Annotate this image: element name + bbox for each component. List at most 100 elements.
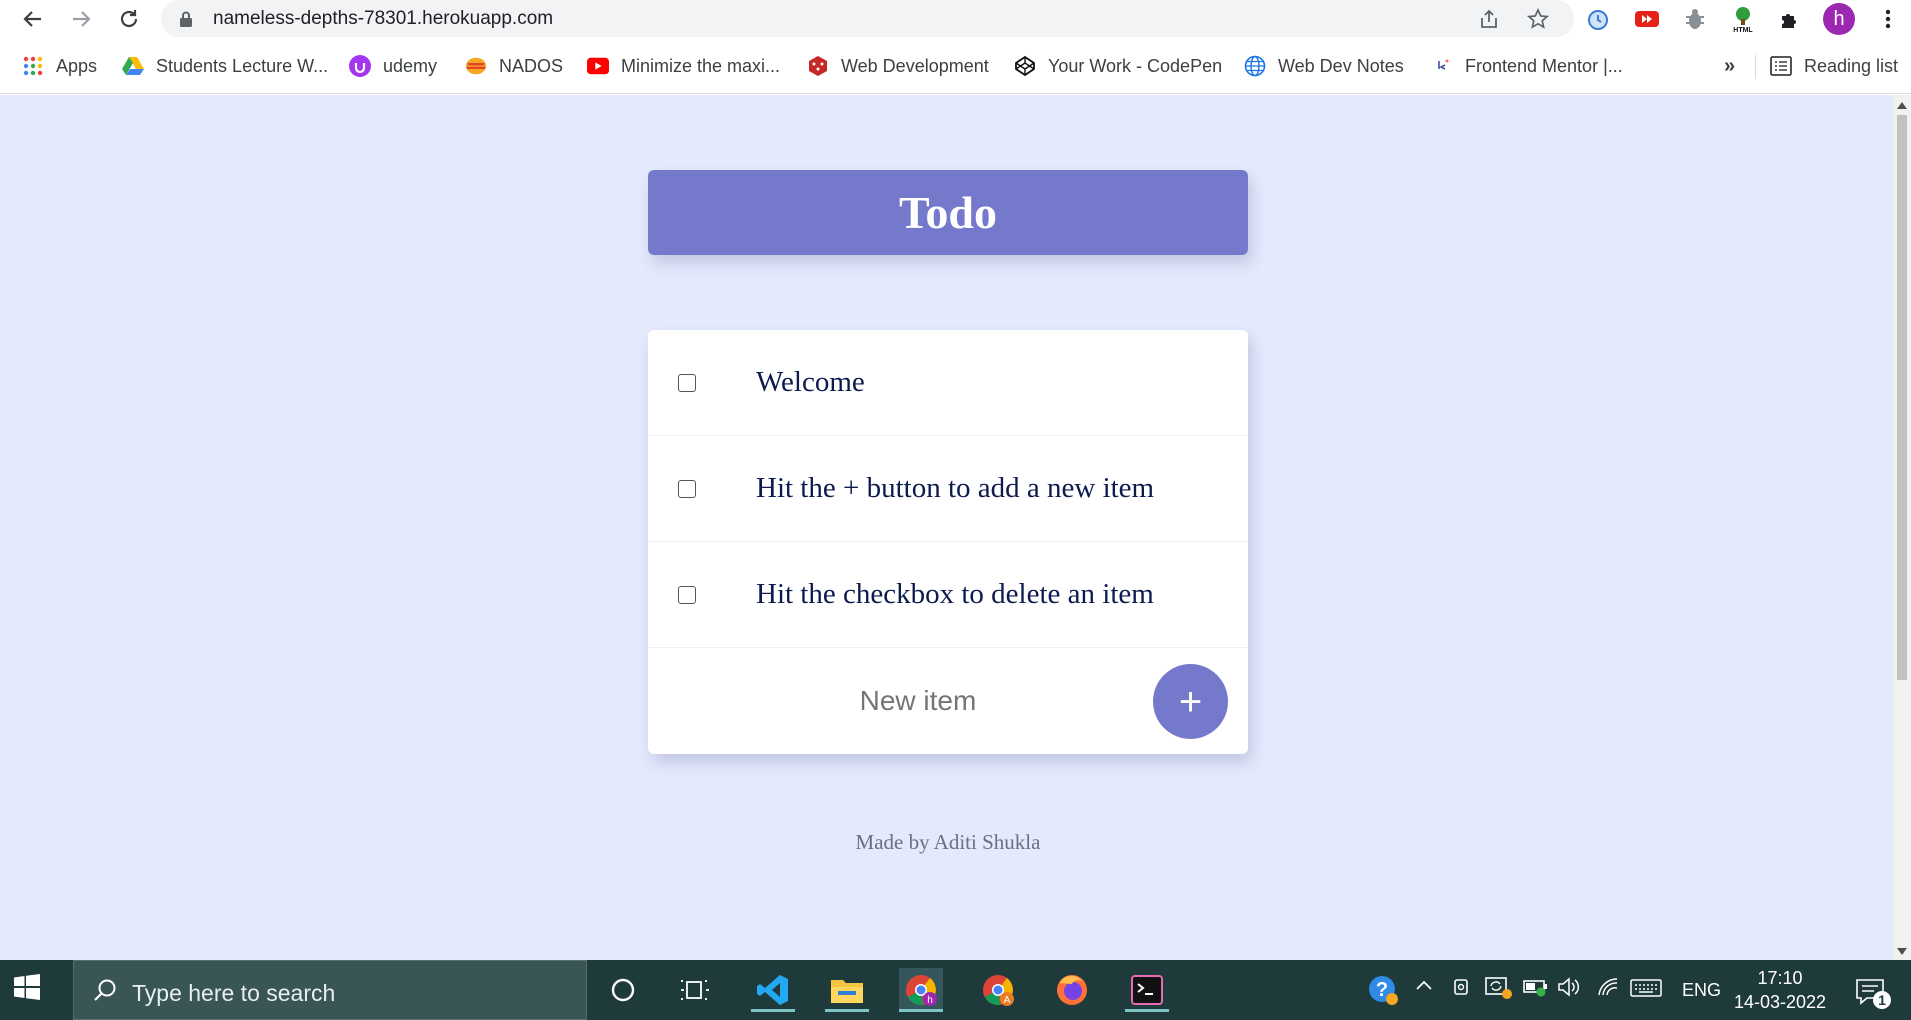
extension-clock-button[interactable] xyxy=(1583,4,1613,34)
bookmark-label: udemy xyxy=(383,55,438,76)
meet-now-tray[interactable] xyxy=(1451,977,1473,1002)
profile-avatar[interactable]: h xyxy=(1823,3,1855,35)
sync-tray[interactable] xyxy=(1485,976,1513,1005)
todo-item-text: Welcome xyxy=(756,366,865,398)
back-button[interactable] xyxy=(18,4,48,34)
reading-list-button[interactable]: Reading list xyxy=(1770,52,1898,80)
share-button[interactable] xyxy=(1476,6,1502,32)
show-hidden-icons-button[interactable] xyxy=(1414,976,1434,1001)
reading-list-label: Reading list xyxy=(1804,55,1899,76)
bookmark-label: Minimize the maxi... xyxy=(621,55,781,76)
volume-tray[interactable] xyxy=(1557,977,1581,1002)
notification-count-badge: 1 xyxy=(1878,992,1886,1008)
todo-card: Welcome Hit the + button to add a new it… xyxy=(648,330,1248,754)
battery-tray[interactable] xyxy=(1523,977,1549,1002)
bookmark-students-lecture[interactable]: Students Lecture W... xyxy=(122,52,328,80)
title-box: Todo xyxy=(648,170,1248,255)
scroll-thumb[interactable] xyxy=(1897,115,1907,680)
help-tray-button[interactable]: ? xyxy=(1361,968,1405,1012)
todo-checkbox[interactable] xyxy=(678,373,696,392)
reading-list-icon xyxy=(1770,55,1792,77)
new-item-row: + xyxy=(648,648,1248,754)
bookmark-label: Web Development xyxy=(841,55,989,76)
bookmark-web-dev-notes[interactable]: Web Dev Notes xyxy=(1244,52,1404,80)
taskbar-file-explorer[interactable] xyxy=(825,968,869,1012)
udemy-icon xyxy=(349,55,371,77)
extension-bug-button[interactable] xyxy=(1680,4,1710,34)
terminal-icon xyxy=(1131,975,1163,1005)
touch-keyboard-tray[interactable] xyxy=(1630,978,1662,1003)
html-tree-icon: HTML xyxy=(1733,7,1753,33)
browser-menu-button[interactable] xyxy=(1873,4,1903,34)
taskbar-search-box[interactable]: Type here to search xyxy=(73,960,587,1020)
nados-icon xyxy=(465,55,487,77)
windows-taskbar: Type here to search h A ? ENG 17:10 14-0… xyxy=(0,960,1911,1020)
taskbar-clock[interactable]: 17:10 14-03-2022 xyxy=(1730,966,1830,1014)
todo-checkbox[interactable] xyxy=(678,585,696,604)
bookmark-nados[interactable]: NADOS xyxy=(465,52,563,80)
svg-text:A: A xyxy=(1004,995,1011,1006)
taskbar-terminal[interactable] xyxy=(1125,968,1169,1012)
bookmark-label: Your Work - CodePen xyxy=(1048,55,1223,76)
chevron-up-icon xyxy=(1416,980,1432,990)
bookmark-frontend-mentor[interactable]: Frontend Mentor |... xyxy=(1431,52,1623,80)
taskbar-chrome-profile-h[interactable]: h xyxy=(899,968,943,1012)
taskbar-active-indicator xyxy=(751,1009,795,1012)
notification-icon xyxy=(1856,979,1891,1009)
page-scrollbar[interactable] xyxy=(1893,95,1911,960)
dice-icon xyxy=(807,55,829,77)
language-indicator[interactable]: ENG xyxy=(1682,980,1721,1001)
back-arrow-icon xyxy=(23,11,41,27)
wifi-icon xyxy=(1598,978,1618,996)
extension-html-tree-button[interactable]: HTML xyxy=(1728,4,1758,34)
bookmark-udemy[interactable]: udemy xyxy=(349,52,437,80)
browser-toolbar: nameless-depths-78301.herokuapp.com HTML… xyxy=(0,0,1911,37)
notification-center-button[interactable]: 1 xyxy=(1855,976,1895,1015)
vscode-icon xyxy=(757,975,788,1005)
extension-youtube-button[interactable] xyxy=(1632,4,1662,34)
bookmark-apps[interactable]: Apps xyxy=(22,52,97,80)
bookmark-web-development[interactable]: Web Development xyxy=(807,52,989,80)
address-bar[interactable]: nameless-depths-78301.herokuapp.com xyxy=(161,0,1574,37)
forward-button[interactable] xyxy=(66,4,96,34)
globe-icon xyxy=(1244,55,1266,77)
bookmark-star-button[interactable] xyxy=(1525,6,1551,32)
camera-icon xyxy=(1454,979,1468,995)
scroll-up-arrow-icon[interactable] xyxy=(1897,102,1907,109)
bookmark-codepen[interactable]: Your Work - CodePen xyxy=(1014,52,1222,80)
todo-item: Welcome xyxy=(648,330,1248,436)
taskbar-firefox[interactable] xyxy=(1050,968,1094,1012)
vertical-dots-icon xyxy=(1885,9,1891,29)
folder-icon xyxy=(831,980,863,1003)
extensions-button[interactable] xyxy=(1775,4,1805,34)
start-button[interactable] xyxy=(14,974,46,1006)
taskbar-search-placeholder: Type here to search xyxy=(132,980,336,1006)
todo-item-text: Hit the + button to add a new item xyxy=(756,472,1155,504)
youtube-icon xyxy=(587,55,609,77)
taskbar-active-indicator xyxy=(899,1009,943,1012)
footer-credit: Made by Aditi Shukla xyxy=(855,830,1041,854)
cortana-button[interactable] xyxy=(601,968,645,1012)
reload-button[interactable] xyxy=(114,4,144,34)
battery-icon xyxy=(1523,980,1547,997)
taskbar-vscode[interactable] xyxy=(751,968,795,1012)
clock-date: 14-03-2022 xyxy=(1733,992,1827,1012)
todo-item-text: Hit the checkbox to delete an item xyxy=(756,578,1154,610)
bookmark-label: Web Dev Notes xyxy=(1278,55,1404,76)
task-view-button[interactable] xyxy=(673,968,717,1012)
network-tray[interactable] xyxy=(1597,977,1619,1002)
taskbar-active-indicator xyxy=(1125,1009,1169,1012)
todo-item: Hit the checkbox to delete an item xyxy=(648,542,1248,648)
add-item-button[interactable]: + xyxy=(1153,664,1228,739)
firefox-icon xyxy=(1057,975,1087,1005)
bookmark-label: Students Lecture W... xyxy=(156,55,329,76)
scroll-down-arrow-icon[interactable] xyxy=(1897,948,1907,955)
bookmark-minimize-maxi[interactable]: Minimize the maxi... xyxy=(587,52,780,80)
bookmark-label: Apps xyxy=(56,55,98,76)
bookmarks-overflow-button[interactable]: » xyxy=(1724,52,1735,80)
new-item-input[interactable] xyxy=(788,676,1048,726)
todo-checkbox[interactable] xyxy=(678,479,696,498)
share-icon xyxy=(1481,9,1497,28)
taskbar-chrome-profile-a[interactable]: A xyxy=(976,968,1020,1012)
clock-time: 17:10 xyxy=(1757,968,1803,988)
